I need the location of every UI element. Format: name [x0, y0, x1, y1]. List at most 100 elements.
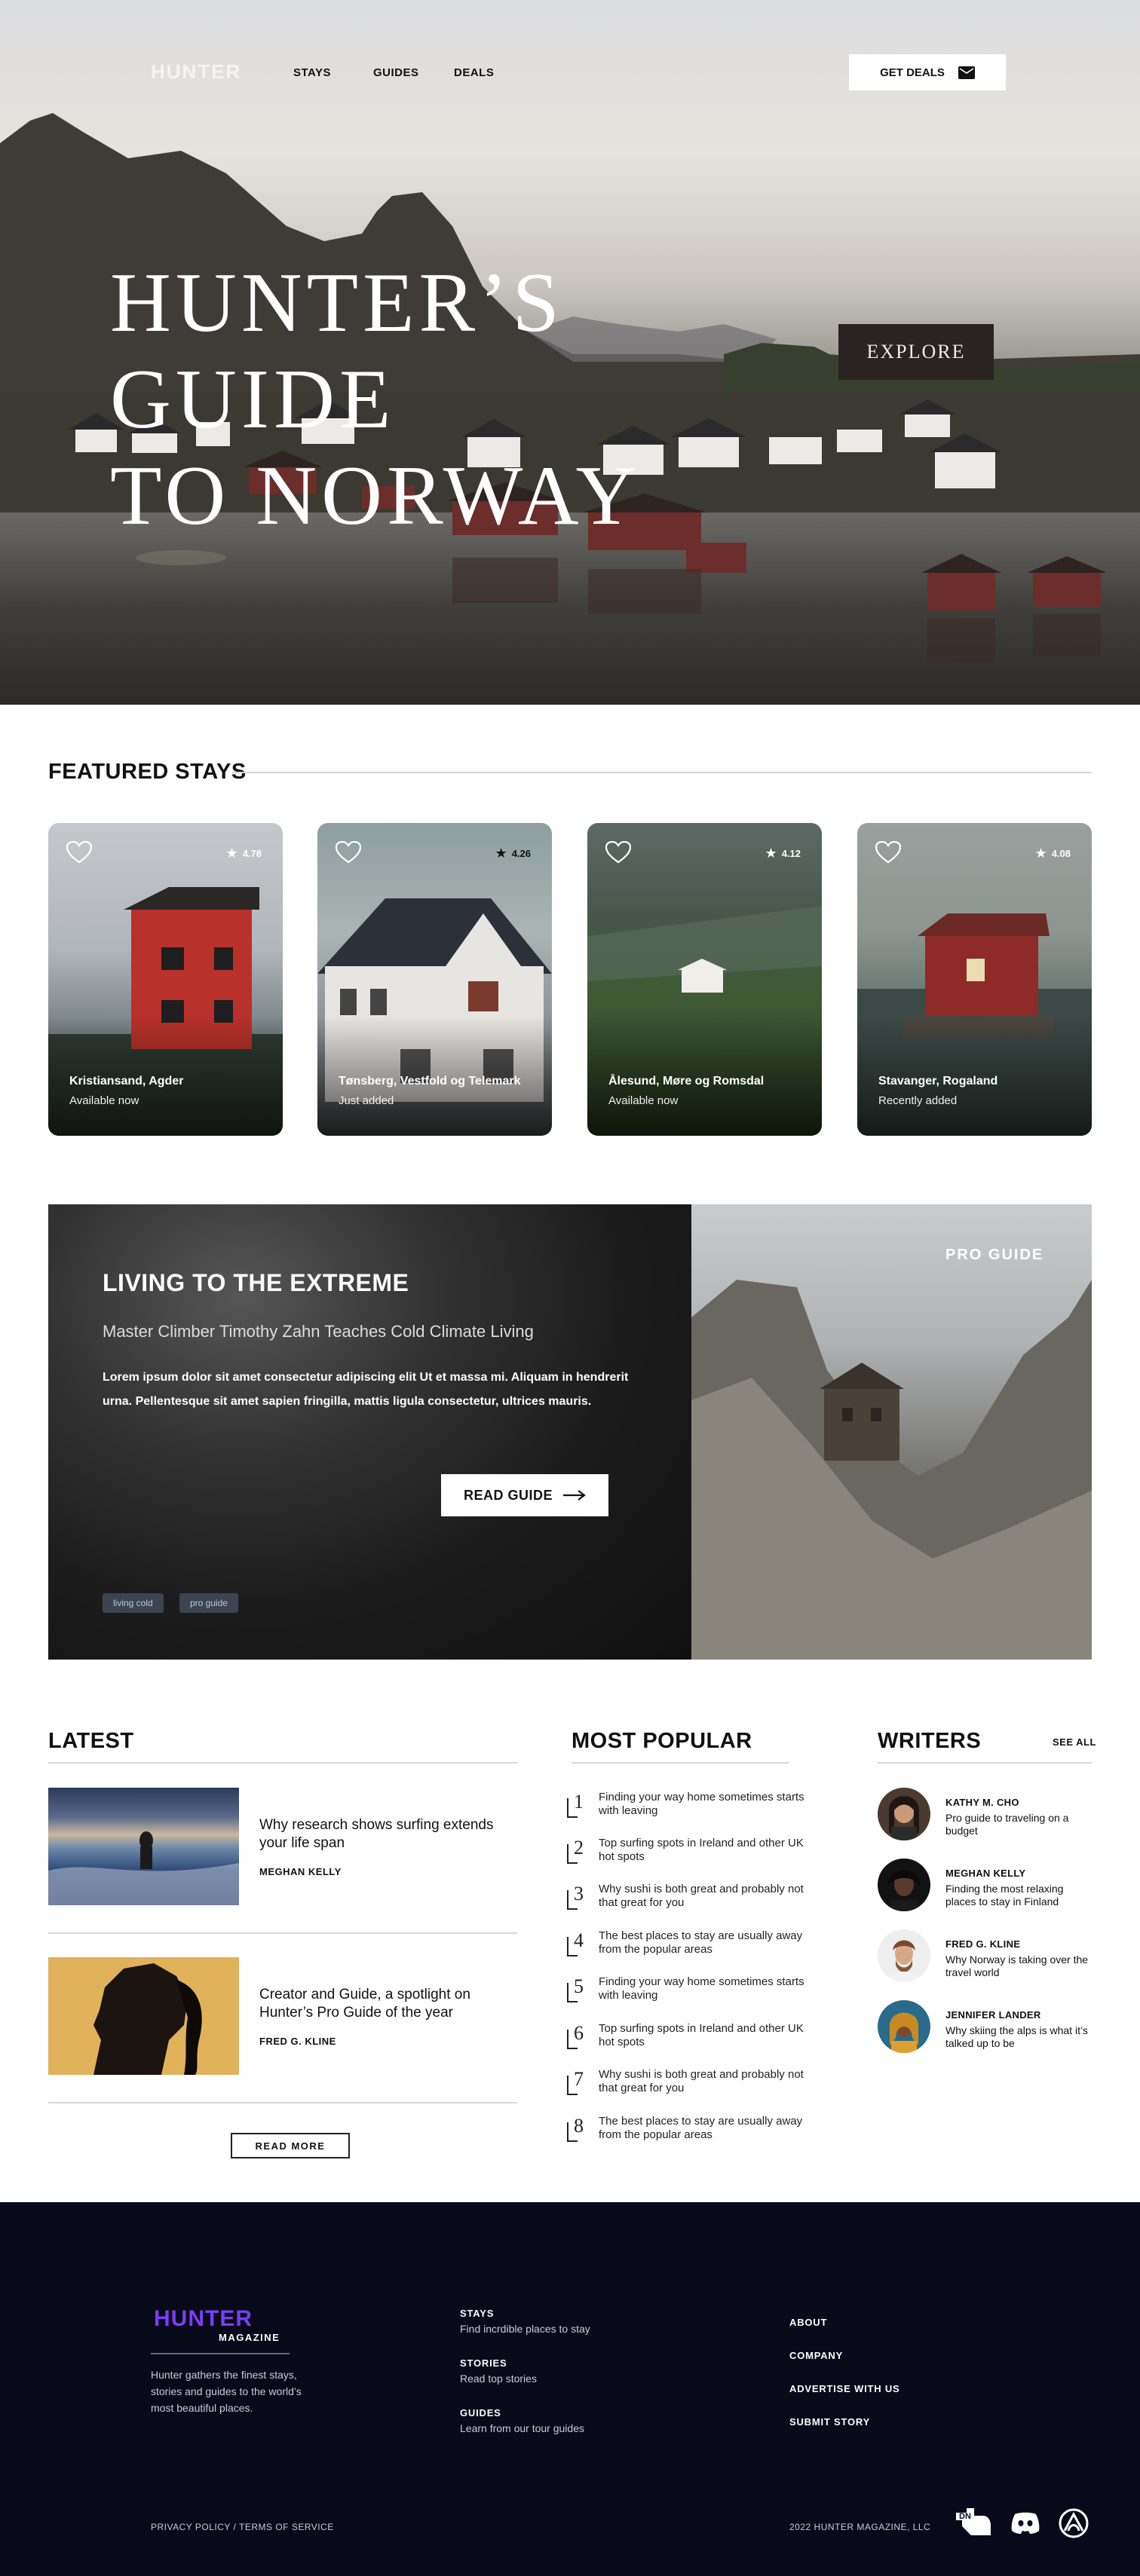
footer-link-stays[interactable]: STAYS [460, 2308, 494, 2319]
footer-logo[interactable]: HUNTER [154, 2306, 253, 2332]
avatar[interactable] [878, 1788, 930, 1840]
rating-value: 4.08 [1051, 848, 1071, 859]
stay-location: Ålesund, Møre og Romsdal [608, 1075, 765, 1088]
hero-title: HUNTER’S GUIDE TO NORWAY [110, 255, 789, 544]
star-icon: ★ [495, 846, 507, 861]
footer-link-guides[interactable]: GUIDES [460, 2407, 501, 2418]
popular-item[interactable]: 7 Why sushi is both great and probably no… [567, 2068, 816, 2101]
footer-link-submit-story[interactable]: SUBMIT STORY [789, 2416, 870, 2428]
hand-logo-icon[interactable]: DN [955, 2507, 992, 2537]
heart-icon[interactable] [875, 841, 901, 864]
read-guide-label: READ GUIDE [463, 1487, 553, 1503]
popular-title[interactable]: Finding your way home sometimes starts w… [599, 1791, 817, 1818]
writer-item[interactable]: FRED G. KLINE Why Norway is taking over … [878, 1929, 1096, 1985]
popular-title[interactable]: Top surfing spots in Ireland and other U… [599, 2022, 817, 2049]
see-all-link[interactable]: SEE ALL [1053, 1736, 1096, 1748]
rating: ★ 4.12 [765, 846, 801, 861]
pro-guide-badge: PRO GUIDE [945, 1247, 1044, 1263]
popular-title[interactable]: The best places to stay are usually away… [599, 1929, 817, 1956]
writer-article[interactable]: Why Norway is taking over the travel wor… [945, 1953, 1096, 1979]
stay-card[interactable]: ★ 4.26 Tønsberg, Vestfold og Telemark Jus… [317, 823, 552, 1136]
featured-stays-heading: FEATURED STAYS [48, 760, 247, 784]
nav-link-stays[interactable]: STAYS [293, 66, 331, 79]
rating: ★ 4.78 [226, 846, 262, 861]
get-deals-label: GET DEALS [880, 66, 945, 79]
legal-links[interactable]: PRIVACY POLICY / TERMS OF SERVICE [151, 2522, 334, 2532]
rating: ★ 4.26 [495, 846, 531, 861]
writer-name[interactable]: JENNIFER LANDER [945, 2009, 1041, 2021]
popular-item[interactable]: 3 Why sushi is both great and probably no… [567, 1883, 816, 1916]
heart-icon[interactable] [66, 841, 92, 864]
writer-item[interactable]: KATHY M. CHO Pro guide to traveling on a… [878, 1788, 1096, 1843]
writer-article[interactable]: Pro guide to traveling on a budget [945, 1812, 1096, 1837]
popular-item[interactable]: 5 Finding your way home sometimes starts … [567, 1975, 816, 2008]
get-deals-button[interactable]: GET DEALS [849, 54, 1006, 90]
article-title[interactable]: Why research shows surfing extends your … [259, 1816, 516, 1852]
writer-item[interactable]: JENNIFER LANDER Why skiing the alps is w… [878, 2000, 1096, 2056]
heart-icon[interactable] [605, 841, 631, 864]
rating-value: 4.26 [511, 848, 531, 859]
footer-description: Hunter gathers the finest stays, stories… [151, 2369, 302, 2414]
popular-title[interactable]: Finding your way home sometimes starts w… [599, 1975, 817, 2002]
stay-card[interactable]: ★ 4.12 Ålesund, Møre og Romsdal Available… [587, 823, 822, 1136]
stay-card[interactable]: ★ 4.78 Kristiansand, Agder Available now [48, 823, 283, 1136]
writer-article[interactable]: Why skiing the alps is what it’s talked … [945, 2024, 1096, 2050]
popular-item[interactable]: 4 The best places to stay are usually awa… [567, 1929, 816, 1963]
heart-icon[interactable] [336, 841, 361, 864]
article-thumbnail [48, 1788, 239, 1905]
stay-status: Available now [608, 1094, 679, 1107]
tag-chip[interactable]: living cold [103, 1593, 164, 1613]
stay-status: Available now [69, 1094, 139, 1107]
tag-chip[interactable]: pro guide [179, 1593, 239, 1613]
svg-text:DN: DN [959, 2512, 971, 2521]
most-popular-heading: MOST POPULAR [572, 1729, 752, 1753]
explore-button[interactable]: EXPLORE [838, 324, 994, 380]
popular-item[interactable]: 1 Finding your way home sometimes starts … [567, 1791, 816, 1824]
popular-title[interactable]: The best places to stay are usually away… [599, 2115, 817, 2142]
footer-link-company[interactable]: COMPANY [789, 2350, 843, 2361]
mail-icon [958, 66, 975, 79]
popular-item[interactable]: 6 Top surfing spots in Ireland and other … [567, 2022, 816, 2055]
stay-card[interactable]: ★ 4.08 Stavanger, Rogaland Recently added [857, 823, 1092, 1136]
arch-logo-icon[interactable] [1059, 2508, 1089, 2538]
popular-rank: 7 [574, 2068, 584, 2090]
promo-title: LIVING TO THE EXTREME [103, 1269, 409, 1296]
footer-link-about[interactable]: ABOUT [789, 2317, 827, 2328]
article-thumbnail [48, 1957, 239, 2075]
footer-link-stories[interactable]: STORIES [460, 2357, 507, 2369]
footer-link-advertise[interactable]: ADVERTISE WITH US [789, 2383, 900, 2394]
nav-link-deals[interactable]: DEALS [454, 66, 494, 79]
writer-name[interactable]: KATHY M. CHO [945, 1797, 1019, 1808]
writer-item[interactable]: MEGHAN KELLY Finding the most relaxing p… [878, 1859, 1096, 1914]
latest-divider [48, 1762, 517, 1764]
stay-status: Recently added [878, 1094, 958, 1107]
discord-icon[interactable] [1010, 2511, 1040, 2534]
writer-name[interactable]: FRED G. KLINE [945, 1938, 1020, 1950]
popular-rank: 6 [574, 2022, 584, 2044]
rating-value: 4.12 [781, 848, 801, 859]
stay-location: Stavanger, Rogaland [878, 1075, 998, 1088]
writer-name[interactable]: MEGHAN KELLY [945, 1868, 1025, 1879]
popular-item[interactable]: 8 The best places to stay are usually awa… [567, 2115, 816, 2148]
nav-logo[interactable]: HUNTER [151, 60, 241, 84]
avatar[interactable] [878, 1859, 930, 1911]
avatar[interactable] [878, 1929, 930, 1982]
rating-value: 4.78 [242, 848, 262, 859]
star-icon: ★ [225, 846, 238, 861]
writer-article[interactable]: Finding the most relaxing places to stay… [945, 1883, 1096, 1908]
nav-link-guides[interactable]: GUIDES [373, 66, 419, 79]
popular-title[interactable]: Why sushi is both great and probably not… [599, 2068, 817, 2095]
footer-link-desc: Read top stories [460, 2373, 537, 2385]
popular-item[interactable]: 2 Top surfing spots in Ireland and other … [567, 1837, 816, 1870]
promo-photo [691, 1204, 1092, 1660]
popular-title[interactable]: Top surfing spots in Ireland and other U… [599, 1837, 817, 1864]
read-guide-button[interactable]: READ GUIDE [441, 1474, 608, 1516]
pro-guide-promo: LIVING TO THE EXTREME Master Climber Tim… [48, 1204, 1092, 1660]
footer-link-desc: Find incrdible places to stay [460, 2323, 590, 2335]
avatar[interactable] [878, 2000, 930, 2053]
promo-subtitle: Master Climber Timothy Zahn Teaches Cold… [103, 1322, 534, 1341]
read-more-button[interactable]: READ MORE [231, 2133, 350, 2158]
article-title[interactable]: Creator and Guide, a spotlight on Hunter… [259, 1986, 516, 2022]
popular-title[interactable]: Why sushi is both great and probably not… [599, 1883, 817, 1910]
popular-rank: 1 [574, 1791, 584, 1813]
